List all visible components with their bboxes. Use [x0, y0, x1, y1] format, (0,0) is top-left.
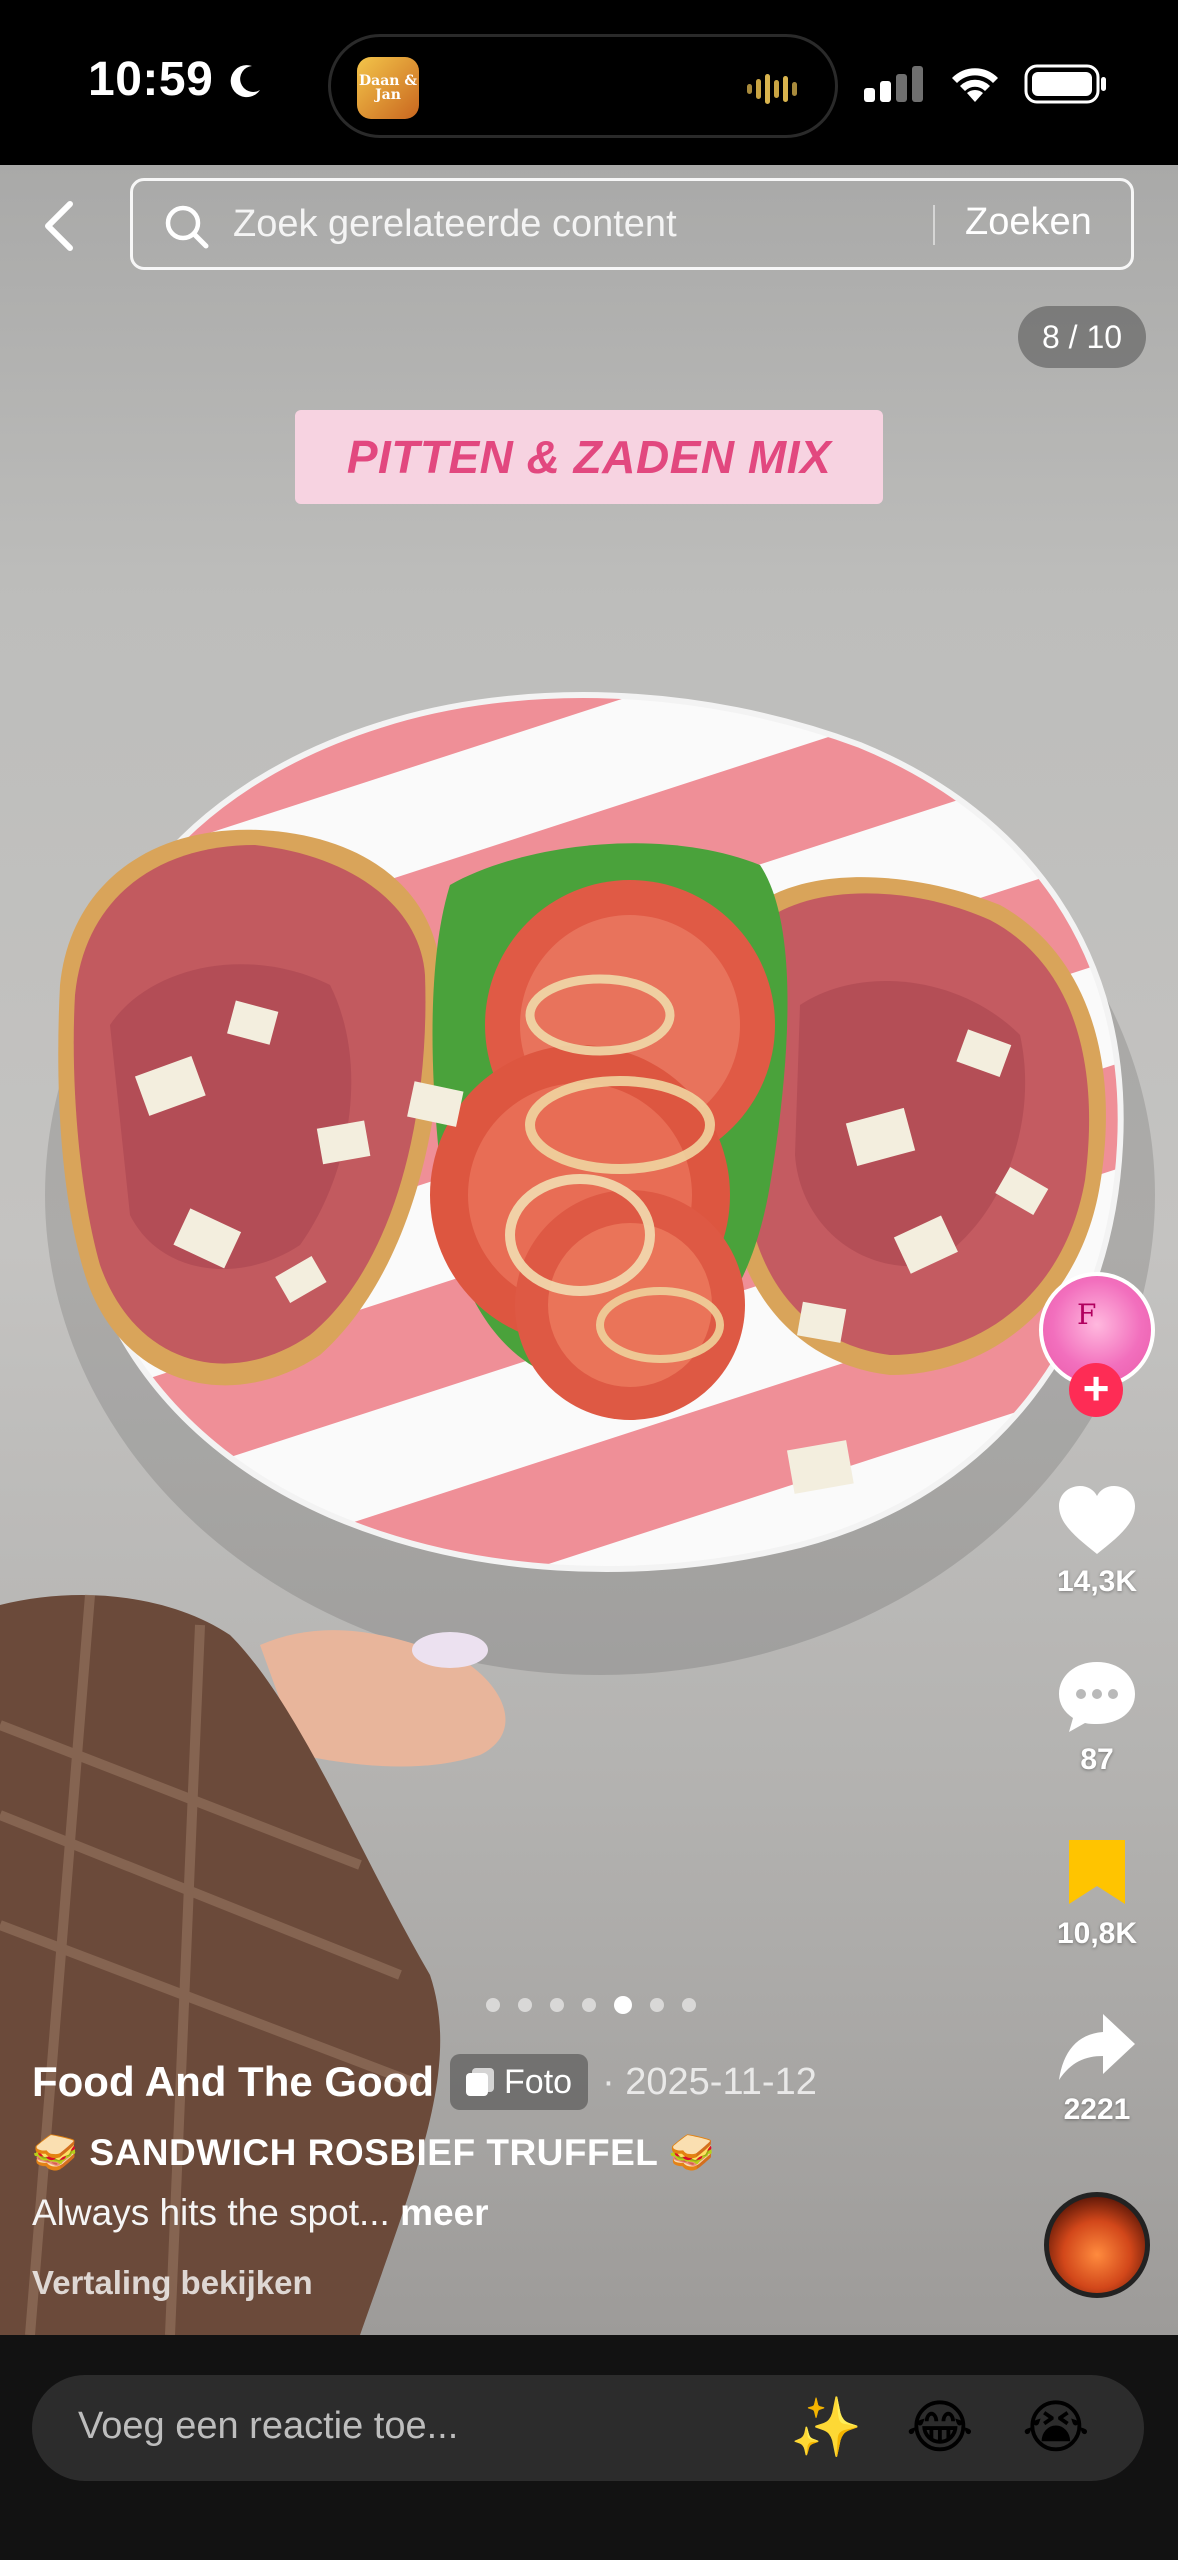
carousel-dot[interactable]: [682, 1998, 696, 2012]
share-count: 2221: [1063, 2093, 1131, 2126]
comment-count: 87: [1080, 1743, 1114, 1776]
system-icons: [864, 64, 1108, 104]
wifi-icon: [952, 68, 998, 102]
music-disc-icon[interactable]: [1044, 2192, 1150, 2298]
carousel-dot[interactable]: [650, 1998, 664, 2012]
search-button[interactable]: Zoeken: [965, 201, 1092, 244]
image-counter: 8 / 10: [1018, 306, 1146, 368]
battery-icon: [1024, 64, 1106, 104]
post-type-chip: Foto: [450, 2054, 589, 2110]
search-divider: [933, 205, 935, 245]
app-screen: 10:59 Daan & Jan PITTEN & ZADEN MIX Zoek…: [0, 0, 1178, 2560]
carousel-dot-active[interactable]: [614, 1996, 632, 2014]
heart-icon: [1059, 1486, 1135, 1554]
follow-button[interactable]: +: [1069, 1363, 1123, 1417]
sparkles-emoji-button[interactable]: ✨: [790, 2395, 862, 2461]
comment-icon: [1059, 1662, 1135, 1732]
caption-title: 🥪 SANDWICH ROSBIEF TRUFFEL 🥪: [32, 2132, 716, 2173]
photo-stack-icon: [466, 2068, 495, 2096]
translate-link[interactable]: Vertaling bekijken: [32, 2264, 313, 2302]
photo-overlay-text: PITTEN & ZADEN MIX: [295, 410, 883, 504]
laughing-emoji-button[interactable]: 😂: [906, 2395, 974, 2461]
carousel-dot[interactable]: [550, 1998, 564, 2012]
share-action[interactable]: 2221: [1040, 2012, 1154, 2127]
comment-placeholder: Voeg een reactie toe...: [78, 2405, 459, 2447]
status-bar: 10:59 Daan & Jan: [0, 0, 1178, 165]
like-action[interactable]: 14,3K: [1040, 1484, 1154, 1599]
carousel-dot[interactable]: [518, 1998, 532, 2012]
like-count: 14,3K: [1056, 1565, 1138, 1598]
dynamic-island[interactable]: Daan & Jan: [328, 34, 838, 138]
carousel-dot[interactable]: [582, 1998, 596, 2012]
search-input[interactable]: Zoek gerelateerde content: [233, 203, 677, 246]
carousel-dots: [486, 1996, 696, 2014]
status-time: 10:59: [88, 53, 214, 106]
back-arrow-icon[interactable]: [36, 196, 86, 256]
post-date: · 2025-11-12: [602, 2060, 817, 2103]
save-count: 10,8K: [1056, 1917, 1138, 1950]
post-type-label: Foto: [504, 2062, 573, 2101]
island-app-icon: Daan & Jan: [357, 57, 419, 119]
island-app-badge: Daan & Jan: [359, 73, 417, 103]
comment-action[interactable]: 87: [1040, 1660, 1154, 1777]
search-icon: [165, 205, 209, 249]
crying-emoji-button[interactable]: 😭: [1022, 2395, 1090, 2461]
comment-input[interactable]: Voeg een reactie toe... ✨ 😂 😭: [32, 2375, 1144, 2481]
caption-more-link[interactable]: meer: [400, 2192, 488, 2233]
moon-icon: [230, 65, 260, 98]
caption-body[interactable]: Always hits the spot... meer: [32, 2192, 489, 2234]
bookmark-icon: [1069, 1840, 1125, 1904]
signal-icon: [864, 66, 923, 102]
search-bar[interactable]: Zoek gerelateerde content Zoeken: [130, 178, 1134, 270]
carousel-dot[interactable]: [486, 1998, 500, 2012]
author-row: Food And The Good Foto · 2025-11-12: [32, 2054, 817, 2110]
save-action[interactable]: 10,8K: [1040, 1836, 1154, 1951]
audio-waveform-icon: [747, 74, 797, 104]
share-icon: [1059, 2014, 1135, 2080]
author-name[interactable]: Food And The Good: [32, 2058, 434, 2106]
caption-text: Always hits the spot...: [32, 2192, 390, 2233]
